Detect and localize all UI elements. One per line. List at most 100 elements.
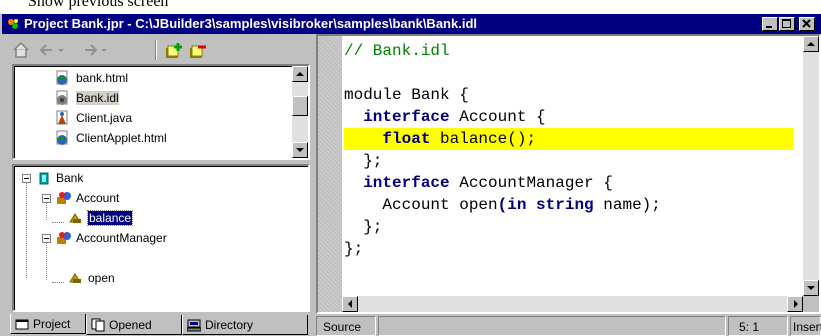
module-icon xyxy=(39,172,49,185)
code-token: AccountManager { xyxy=(449,174,613,192)
tree-node-label: AccountManager xyxy=(76,231,167,245)
scroll-up-button[interactable] xyxy=(292,66,308,82)
editor-horizontal-scrollbar[interactable] xyxy=(342,296,803,312)
tab-project[interactable]: Project xyxy=(10,314,86,334)
cursor-position: 5: 1 xyxy=(728,316,788,336)
interface-icon xyxy=(57,192,71,204)
arrow-down-icon xyxy=(807,286,815,290)
insert-mode: Insert xyxy=(790,316,821,336)
html-file-icon xyxy=(56,70,68,85)
code-token: Account open xyxy=(344,196,498,214)
minimize-icon xyxy=(766,26,772,28)
idl-file-icon xyxy=(56,90,68,105)
minimize-button[interactable] xyxy=(762,17,778,31)
html-file-icon xyxy=(56,130,68,145)
back-button[interactable] xyxy=(38,41,68,59)
interface-icon xyxy=(57,232,71,244)
status-bar: Source 5: 1 Insert xyxy=(316,316,821,336)
code-token: float xyxy=(382,130,431,148)
tree-guide xyxy=(46,202,48,220)
tree-guide xyxy=(46,242,48,280)
code-token: balance xyxy=(430,130,508,148)
jbuilder-window: Project Bank.jpr - C:\JBuilder3\samples\… xyxy=(0,14,821,336)
file-label: bank.html xyxy=(76,71,129,85)
code-line-highlighted[interactable]: float balance(); xyxy=(344,128,794,150)
source-tab-label: Source xyxy=(323,320,362,334)
arrow-up-icon xyxy=(296,72,304,76)
file-label: Client.java xyxy=(76,111,133,125)
editor-vertical-scrollbar[interactable] xyxy=(803,36,819,296)
code-line[interactable]: // Bank.idl xyxy=(344,40,450,62)
back-icon xyxy=(39,44,64,56)
code-token: module xyxy=(344,86,402,104)
maximize-button[interactable] xyxy=(779,17,795,31)
tab-label: Opened xyxy=(109,318,152,332)
tab-directory[interactable]: Directory xyxy=(182,315,308,335)
add-file-button[interactable] xyxy=(164,41,184,59)
toolbar-separator xyxy=(155,40,157,60)
code-area[interactable]: // Bank.idl module Bank { interface Accou… xyxy=(342,36,805,296)
add-file-icon xyxy=(166,43,182,58)
code-token: }; xyxy=(344,218,383,236)
arrow-right-icon xyxy=(794,300,798,308)
home-button[interactable] xyxy=(12,41,30,59)
insert-mode-label: Insert xyxy=(793,320,821,334)
project-tabs: Project Opened Directory xyxy=(10,314,310,336)
scroll-thumb[interactable] xyxy=(292,96,308,116)
scroll-down-button[interactable] xyxy=(803,280,819,296)
file-label: Bank.idl xyxy=(76,91,119,105)
opened-tab-icon xyxy=(91,318,105,332)
arrow-up-icon xyxy=(807,42,815,46)
title-bar[interactable]: Project Bank.jpr - C:\JBuilder3\samples\… xyxy=(2,14,821,34)
tree-guide xyxy=(52,282,64,284)
close-icon xyxy=(802,19,811,28)
code-token: interface xyxy=(363,108,450,126)
window-title: Project Bank.jpr - C:\JBuilder3\samples\… xyxy=(24,16,477,31)
scroll-down-button[interactable] xyxy=(292,142,308,158)
code-line[interactable]: interface Account { xyxy=(344,106,546,128)
java-file-icon xyxy=(56,110,68,125)
scroll-corner xyxy=(803,296,819,312)
source-tab[interactable]: Source xyxy=(316,316,376,336)
tab-label: Directory xyxy=(205,318,254,332)
tree-guide xyxy=(26,182,28,278)
code-token: interface xyxy=(363,174,450,192)
collapse-toggle[interactable] xyxy=(42,194,51,203)
scroll-up-button[interactable] xyxy=(803,36,819,52)
tab-opened[interactable]: Opened xyxy=(86,315,182,335)
editor-gutter[interactable] xyxy=(318,36,342,312)
jbuilder-app-icon xyxy=(8,19,18,29)
close-button[interactable] xyxy=(799,17,815,31)
file-list-scrollbar[interactable] xyxy=(292,66,308,158)
forward-icon xyxy=(85,44,107,56)
code-line[interactable]: }; xyxy=(344,238,363,260)
project-file-list[interactable]: bank.html Bank.idl Client.java ClientApp… xyxy=(12,64,310,160)
tree-node-label: open xyxy=(88,271,115,285)
source-editor: // Bank.idl module Bank { interface Accou… xyxy=(316,34,821,314)
collapse-toggle[interactable] xyxy=(22,174,31,183)
status-message-panel xyxy=(378,316,726,336)
project-toolbar xyxy=(2,36,309,64)
tab-label: Project xyxy=(33,317,71,331)
structure-tree[interactable]: Bank Account balance AccountManager open xyxy=(12,164,310,312)
collapse-toggle[interactable] xyxy=(42,234,51,243)
code-token: Account { xyxy=(449,108,546,126)
file-label: ClientApplet.html xyxy=(76,131,167,145)
forward-button[interactable] xyxy=(82,41,112,59)
tree-node-label: Account xyxy=(76,191,120,205)
code-token: }; xyxy=(344,240,364,258)
code-line[interactable]: Account open(in string name); xyxy=(344,194,660,216)
code-token: }; xyxy=(344,152,383,170)
remove-file-button[interactable] xyxy=(188,41,208,59)
code-line[interactable]: }; xyxy=(344,150,382,172)
code-line[interactable]: module Bank { xyxy=(344,84,469,106)
code-line[interactable]: interface AccountManager { xyxy=(344,172,613,194)
tree-node-label: balance xyxy=(86,210,134,226)
scroll-right-button[interactable] xyxy=(787,296,803,312)
project-tab-icon xyxy=(15,319,29,330)
code-line[interactable]: }; xyxy=(344,216,382,238)
scroll-left-button[interactable] xyxy=(342,296,358,312)
